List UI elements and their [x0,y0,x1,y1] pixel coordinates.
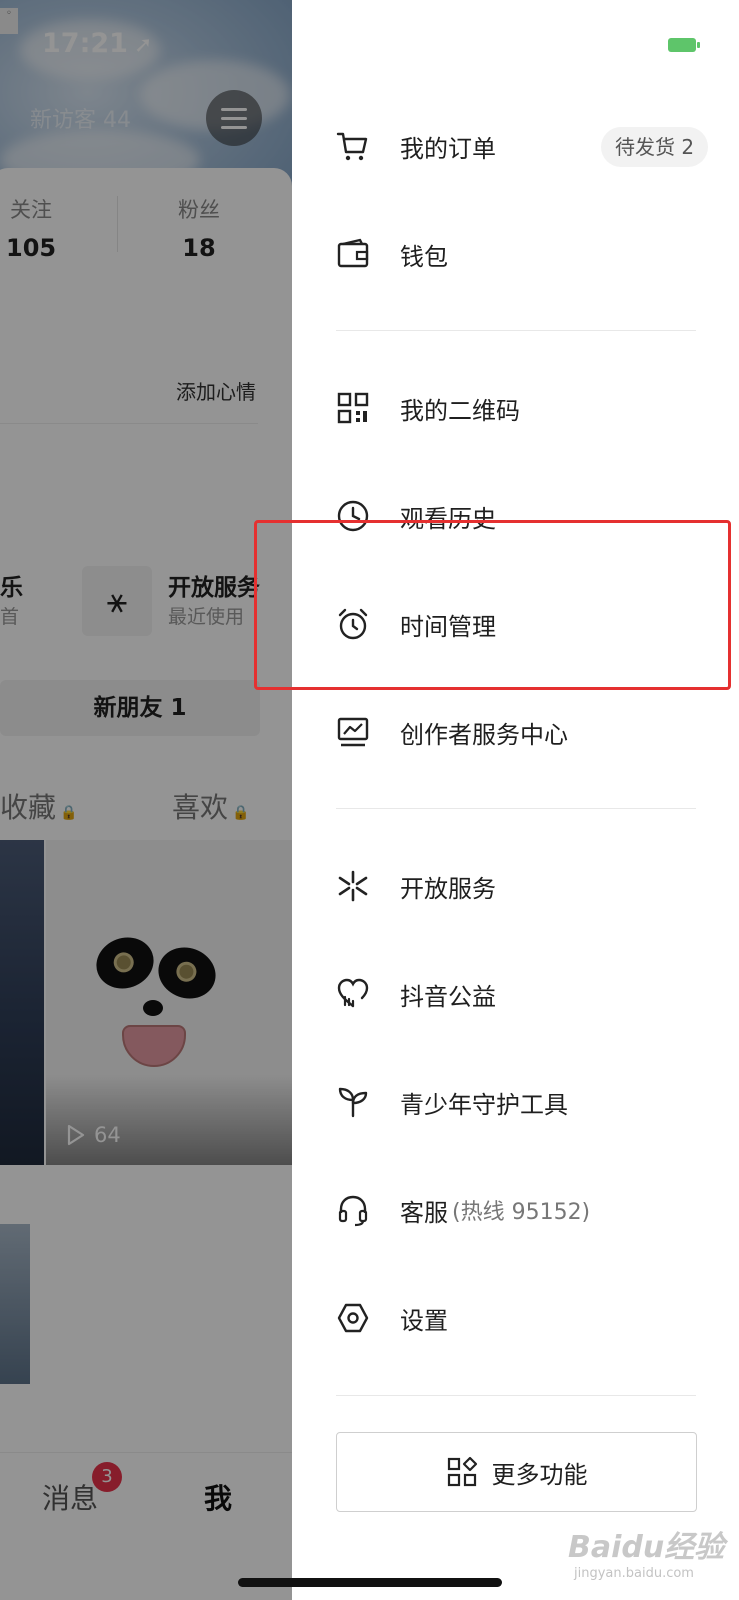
menu-douyin-charity[interactable]: 抖音公益 [336,964,702,1024]
battery-icon [668,38,700,52]
clock-icon [336,499,370,533]
menu-label: 时间管理 [400,612,496,641]
heart-hand-icon [336,977,370,1011]
menu-divider [336,330,696,331]
spark-icon [336,869,370,903]
wallet-icon [336,237,370,271]
baidu-watermark: Baidu经验 jingyan.baidu.com [568,1530,725,1581]
home-indicator[interactable] [238,1578,502,1587]
pending-shipment-badge[interactable]: 待发货 2 [601,127,709,167]
menu-watch-history[interactable]: 观看历史 [336,486,702,546]
menu-label: 开放服务 [400,874,496,903]
menu-open-services[interactable]: 开放服务 [336,856,702,916]
menu-divider [336,808,696,809]
menu-label: 设置 [400,1306,448,1335]
menu-time-management[interactable]: 时间管理 [336,594,702,654]
menu-label: 我的二维码 [400,396,520,425]
more-features-label: 更多功能 [491,1460,588,1489]
menu-label: 青少年守护工具 [400,1090,568,1119]
menu-label: 钱包 [400,242,448,271]
menu-wallet[interactable]: 钱包 [336,224,702,284]
alarm-icon [336,607,370,641]
grid-shapes-icon [447,1456,477,1487]
menu-youth-protection[interactable]: 青少年守护工具 [336,1072,702,1132]
menu-customer-service[interactable]: 客服 (热线 95152) [336,1180,702,1240]
menu-label: 我的订单 [400,134,496,163]
menu-label: 创作者服务中心 [400,720,568,749]
menu-label: 抖音公益 [400,982,496,1011]
cart-icon [336,129,370,163]
hex-settings-icon [336,1301,370,1335]
dim-overlay[interactable] [0,0,292,1600]
hotline-number: (热线 95152) [452,1200,591,1225]
headset-icon [336,1193,370,1227]
chart-monitor-icon [336,715,370,749]
sprout-icon [336,1085,370,1119]
qrcode-icon [336,391,370,425]
menu-creator-center[interactable]: 创作者服务中心 [336,702,702,762]
menu-my-qrcode[interactable]: 我的二维码 [336,378,702,438]
more-features-button[interactable]: 更多功能 [336,1432,697,1512]
menu-divider [336,1395,696,1396]
menu-label: 客服 [400,1198,448,1227]
menu-settings[interactable]: 设置 [336,1288,702,1348]
menu-label: 观看历史 [400,504,496,533]
